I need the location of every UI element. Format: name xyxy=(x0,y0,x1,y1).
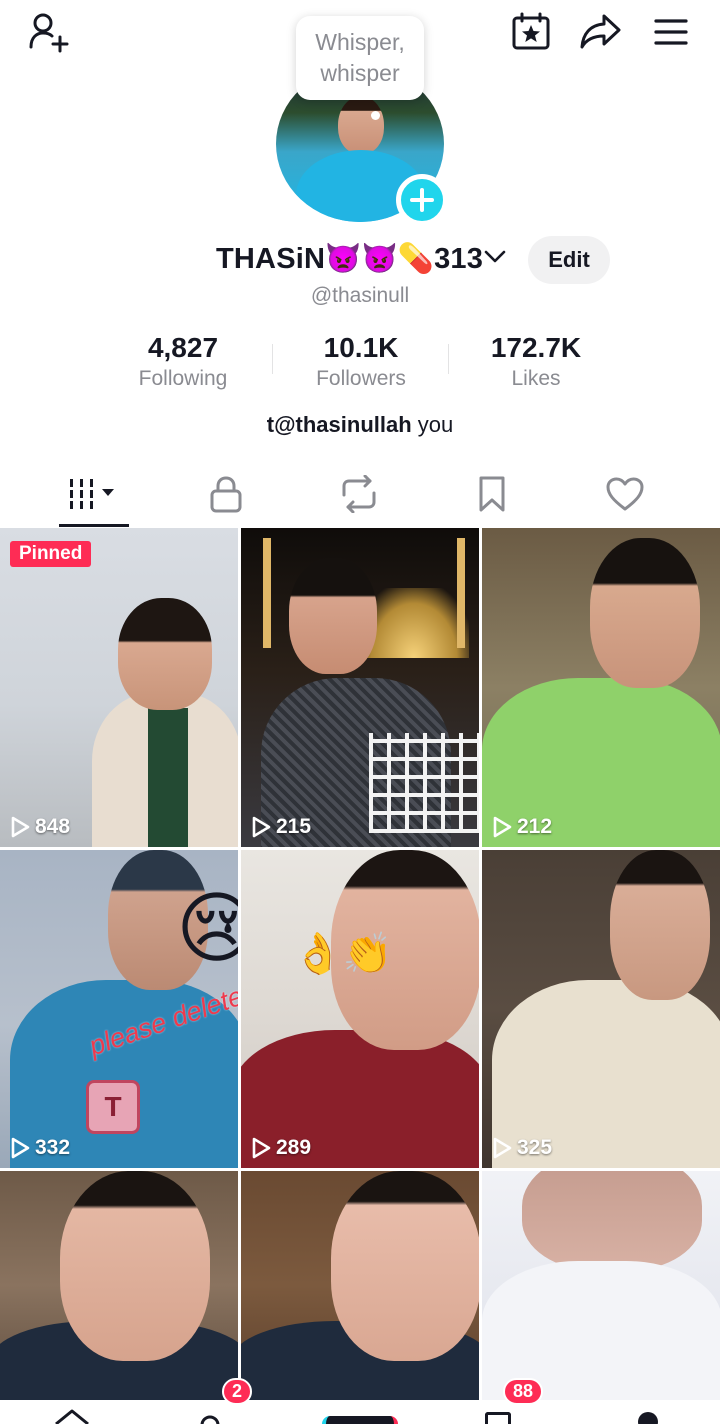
video-thumbnail[interactable]: 325 xyxy=(482,850,720,1168)
overlay-emoji: 👌👏 xyxy=(293,931,393,977)
name-row: THASiN👿👿💊313 Edit xyxy=(0,234,720,286)
profile-stats: 4,827 Following 10.1K Followers 172.7K L… xyxy=(0,330,720,400)
tab-favorites[interactable] xyxy=(426,462,558,526)
logo-stamp: T xyxy=(86,1080,140,1134)
stat-label: Following xyxy=(138,367,228,390)
video-thumbnail[interactable]: T 😢 please delete 332 xyxy=(0,850,238,1168)
add-friend-icon[interactable] xyxy=(26,10,72,54)
stat-value: 172.7K xyxy=(490,332,582,363)
play-icon xyxy=(11,1137,30,1159)
add-avatar-button[interactable] xyxy=(396,174,448,226)
inbox-badge: 2 xyxy=(222,1378,253,1405)
tab-videos[interactable] xyxy=(28,462,160,526)
stat-following[interactable]: 4,827 Following xyxy=(93,330,273,392)
view-count-text: 289 xyxy=(276,1136,312,1159)
bottom-nav: 2 88 xyxy=(0,1378,720,1424)
status-bubble-line2: whisper xyxy=(320,60,400,86)
menu-icon[interactable] xyxy=(650,12,692,52)
bio: t@thasinullah you xyxy=(0,412,720,438)
messages-badge: 88 xyxy=(503,1378,544,1405)
edit-profile-button[interactable]: Edit xyxy=(528,236,610,284)
stat-likes[interactable]: 172.7K Likes xyxy=(446,330,626,392)
view-count-text: 848 xyxy=(35,815,71,838)
view-count: 325 xyxy=(492,1136,552,1160)
status-bubble[interactable]: Whisper, whisper xyxy=(296,16,424,100)
play-icon xyxy=(493,816,512,838)
plus-icon xyxy=(410,188,434,212)
profile-icon[interactable] xyxy=(638,1412,658,1424)
lock-icon xyxy=(210,476,242,513)
view-count-text: 325 xyxy=(517,1136,553,1159)
view-count: 332 xyxy=(10,1136,70,1160)
stat-label: Likes xyxy=(511,367,561,390)
stat-followers[interactable]: 10.1K Followers xyxy=(271,330,451,392)
play-icon xyxy=(11,816,30,838)
bio-mention[interactable]: t@thasinullah xyxy=(267,412,412,437)
video-thumbnail[interactable] xyxy=(241,1171,479,1400)
calendar-star-icon[interactable] xyxy=(508,10,554,52)
bubble-dot xyxy=(371,111,380,120)
view-count-text: 212 xyxy=(517,815,553,838)
video-thumbnail[interactable]: 👌👏 289 xyxy=(241,850,479,1168)
active-tab-indicator xyxy=(59,524,129,527)
stat-value: 4,827 xyxy=(147,332,219,363)
username: @thasinull xyxy=(310,284,410,307)
chevron-down-icon[interactable] xyxy=(484,250,506,269)
view-count: 212 xyxy=(492,815,552,839)
inbox-icon[interactable] xyxy=(485,1412,511,1424)
view-count: 848 xyxy=(10,815,70,839)
play-icon xyxy=(252,816,271,838)
stat-value: 10.1K xyxy=(323,332,399,363)
view-count-text: 332 xyxy=(35,1136,71,1159)
grid-icon xyxy=(70,479,114,509)
friends-icon[interactable] xyxy=(200,1412,220,1424)
play-icon xyxy=(493,1137,512,1159)
home-icon[interactable] xyxy=(54,1408,90,1424)
video-thumbnail[interactable]: Pinned 848 xyxy=(0,528,238,847)
content-tabs xyxy=(0,462,720,528)
stat-label: Followers xyxy=(316,367,406,390)
tab-reposts[interactable] xyxy=(293,462,425,526)
display-name: THASiN👿👿💊313 xyxy=(216,243,484,275)
share-icon[interactable] xyxy=(576,10,624,52)
pinned-badge: Pinned xyxy=(10,541,92,567)
status-bubble-line1: Whisper, xyxy=(315,29,405,55)
play-icon xyxy=(252,1137,271,1159)
view-count-text: 215 xyxy=(276,815,312,838)
view-count: 215 xyxy=(251,815,311,839)
overlay-emoji: 😢 xyxy=(176,884,238,974)
repost-icon xyxy=(342,475,376,513)
view-count: 289 xyxy=(251,1136,311,1160)
tab-liked[interactable] xyxy=(559,462,691,526)
heart-icon xyxy=(606,477,644,511)
create-button[interactable] xyxy=(322,1416,398,1424)
tab-private[interactable] xyxy=(160,462,292,526)
video-thumbnail[interactable]: 215 xyxy=(241,528,479,847)
video-thumbnail[interactable]: 212 xyxy=(482,528,720,847)
video-thumbnail[interactable] xyxy=(0,1171,238,1400)
bio-text: you xyxy=(411,412,454,437)
bookmark-icon xyxy=(479,476,505,512)
video-thumbnail[interactable] xyxy=(482,1171,720,1400)
video-grid: Pinned 848 215 212 T 😢 please delete 332… xyxy=(0,528,720,1400)
